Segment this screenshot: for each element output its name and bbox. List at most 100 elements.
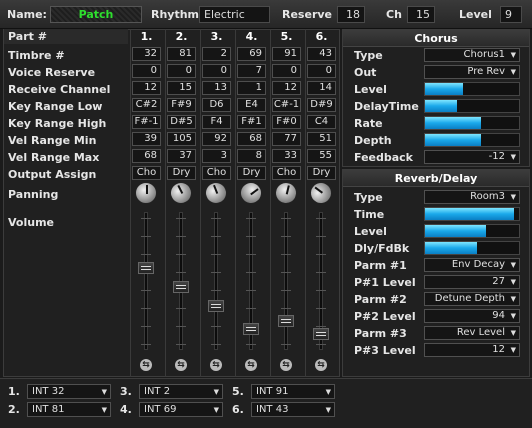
part-cell[interactable]: 0 — [307, 64, 336, 78]
part-cell[interactable]: Dry — [167, 166, 196, 180]
part-cell[interactable]: E4 — [237, 98, 266, 112]
chorus-param-bar[interactable] — [424, 133, 520, 147]
fader-tick — [141, 290, 151, 291]
part-cell[interactable]: F#-1 — [132, 115, 161, 129]
volume-track[interactable] — [284, 212, 288, 350]
part-cell[interactable]: 12 — [272, 81, 301, 95]
part-cell[interactable]: D6 — [202, 98, 231, 112]
reserve-field[interactable]: 18 — [337, 6, 365, 23]
reverb-param-select[interactable]: 12 — [424, 343, 520, 357]
fader-tick — [211, 218, 221, 219]
part-cell[interactable]: Dry — [307, 166, 336, 180]
part-cell[interactable]: 92 — [202, 132, 231, 146]
volume-track[interactable] — [214, 212, 218, 350]
part-cell[interactable]: 77 — [272, 132, 301, 146]
level-field[interactable]: 9 — [500, 6, 522, 23]
reverb-param-select[interactable]: Env Decay — [424, 258, 520, 272]
slot-label: 4. — [120, 403, 132, 416]
fader-tick — [141, 218, 151, 219]
part-cell[interactable]: 0 — [272, 64, 301, 78]
part-cell[interactable]: 32 — [132, 47, 161, 61]
chorus-param-select[interactable]: Chorus1 — [424, 48, 520, 62]
timbre-slot-select[interactable]: INT 81 — [27, 402, 111, 417]
volume-fader[interactable] — [173, 281, 189, 294]
chorus-param-select[interactable]: -12 — [424, 150, 520, 164]
part-cell[interactable]: 37 — [167, 149, 196, 163]
part-cell[interactable]: Cho — [132, 166, 161, 180]
volume-track[interactable] — [144, 212, 148, 350]
part-cell[interactable]: 13 — [202, 81, 231, 95]
chorus-param-select[interactable]: Pre Rev — [424, 65, 520, 79]
part-cell[interactable]: C4 — [307, 115, 336, 129]
part-cell[interactable]: 3 — [202, 149, 231, 163]
volume-fader[interactable] — [243, 322, 259, 335]
pan-knob[interactable] — [135, 182, 157, 204]
link-icon[interactable]: ⇆ — [175, 359, 187, 371]
part-cell[interactable]: 91 — [272, 47, 301, 61]
link-icon[interactable]: ⇆ — [245, 359, 257, 371]
reverb-param-bar[interactable] — [424, 207, 520, 221]
part-cell[interactable]: 81 — [167, 47, 196, 61]
chorus-param-bar[interactable] — [424, 82, 520, 96]
part-cell[interactable]: 0 — [132, 64, 161, 78]
volume-fader[interactable] — [313, 327, 329, 340]
volume-fader[interactable] — [278, 315, 294, 328]
reverb-param-bar[interactable] — [424, 224, 520, 238]
timbre-slot-select[interactable]: INT 43 — [251, 402, 335, 417]
part-cell[interactable]: Dry — [237, 166, 266, 180]
part-cell[interactable]: 39 — [132, 132, 161, 146]
part-cell[interactable]: 105 — [167, 132, 196, 146]
part-cell[interactable]: 15 — [167, 81, 196, 95]
reverb-param-select[interactable]: 27 — [424, 275, 520, 289]
part-cell[interactable]: 43 — [307, 47, 336, 61]
part-cell[interactable]: Cho — [272, 166, 301, 180]
part-cell[interactable]: 7 — [237, 64, 266, 78]
link-icon[interactable]: ⇆ — [315, 359, 327, 371]
part-cell[interactable]: C#-1 — [272, 98, 301, 112]
link-icon[interactable]: ⇆ — [140, 359, 152, 371]
timbre-slot-select[interactable]: INT 2 — [139, 384, 223, 399]
part-cell[interactable]: 69 — [237, 47, 266, 61]
timbre-slot-select[interactable]: INT 69 — [139, 402, 223, 417]
fader-tick — [141, 344, 151, 345]
reverb-param-bar[interactable] — [424, 241, 520, 255]
reverb-param-select[interactable]: Rev Level — [424, 326, 520, 340]
link-icon[interactable]: ⇆ — [210, 359, 222, 371]
fader-tick — [316, 326, 326, 327]
channel-field[interactable]: 15 — [407, 6, 435, 23]
part-cell[interactable]: 33 — [272, 149, 301, 163]
part-cell[interactable]: D#9 — [307, 98, 336, 112]
part-cell[interactable]: 1 — [237, 81, 266, 95]
volume-fader[interactable] — [138, 262, 154, 275]
part-cell[interactable]: 2 — [202, 47, 231, 61]
link-icon[interactable]: ⇆ — [280, 359, 292, 371]
row-label: Key Range High — [8, 117, 107, 130]
part-cell[interactable]: Cho — [202, 166, 231, 180]
reverb-param-select[interactable]: Room3 — [424, 190, 520, 204]
part-cell[interactable]: 14 — [307, 81, 336, 95]
chorus-param-bar[interactable] — [424, 99, 520, 113]
timbre-slot-select[interactable]: INT 32 — [27, 384, 111, 399]
reverb-param-select[interactable]: 94 — [424, 309, 520, 323]
part-cell[interactable]: F#9 — [167, 98, 196, 112]
part-cell[interactable]: F#0 — [272, 115, 301, 129]
part-cell[interactable]: D#5 — [167, 115, 196, 129]
patch-name-field[interactable]: Patch — [50, 6, 142, 23]
part-cell[interactable]: 51 — [307, 132, 336, 146]
part-cell[interactable]: 55 — [307, 149, 336, 163]
part-cell[interactable]: 0 — [167, 64, 196, 78]
part-cell[interactable]: 68 — [132, 149, 161, 163]
part-cell[interactable]: 12 — [132, 81, 161, 95]
part-cell[interactable]: F#1 — [237, 115, 266, 129]
part-cell[interactable]: 0 — [202, 64, 231, 78]
timbre-slot-select[interactable]: INT 91 — [251, 384, 335, 399]
chorus-param-bar[interactable] — [424, 116, 520, 130]
part-cell[interactable]: 8 — [237, 149, 266, 163]
rhythm-field[interactable]: Electric — [199, 6, 270, 23]
reverb-param-select[interactable]: Detune Depth — [424, 292, 520, 306]
fader-tick — [316, 254, 326, 255]
part-cell[interactable]: F4 — [202, 115, 231, 129]
volume-fader[interactable] — [208, 300, 224, 313]
part-cell[interactable]: C#2 — [132, 98, 161, 112]
part-cell[interactable]: 68 — [237, 132, 266, 146]
